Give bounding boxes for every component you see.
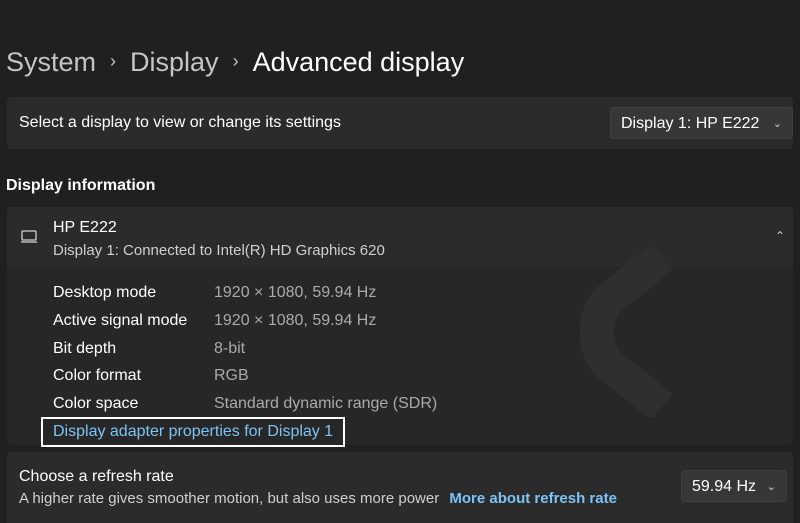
display-information-card: HP E222 Display 1: Connected to Intel(R)… [7,207,793,447]
property-label: Bit depth [53,340,117,357]
display-adapter-properties-link[interactable]: Display adapter properties for Display 1 [41,417,346,447]
breadcrumb-separator-icon: › [110,50,117,71]
property-label: Color space [53,395,139,412]
device-subtitle: Display 1: Connected to Intel(R) HD Grap… [53,242,385,259]
refresh-rate-dropdown-value: 59.94 Hz [692,478,757,495]
property-value: Standard dynamic range (SDR) [214,395,438,412]
chevron-down-icon: ⌄ [772,118,782,130]
property-label: Color format [53,367,142,384]
refresh-rate-title: Choose a refresh rate [19,468,174,485]
refresh-rate-description-text: A higher rate gives smoother motion, but… [19,490,440,507]
property-value: RGB [214,367,249,384]
refresh-rate-dropdown[interactable]: 59.94 Hz ⌄ [681,470,787,502]
select-display-card: Select a display to view or change its s… [7,97,793,149]
more-about-refresh-rate-link[interactable]: More about refresh rate [449,490,617,507]
chevron-up-icon[interactable]: ⌃ [775,229,785,243]
select-display-label: Select a display to view or change its s… [19,114,341,131]
property-value: 1920 × 1080, 59.94 Hz [214,284,377,301]
property-label: Active signal mode [53,312,188,329]
property-value: 1920 × 1080, 59.94 Hz [214,312,377,329]
refresh-rate-card: Choose a refresh rate A higher rate give… [7,452,793,523]
display-dropdown[interactable]: Display 1: HP E222 ⌄ [610,107,793,139]
monitor-icon [21,230,37,243]
refresh-rate-description: A higher rate gives smoother motion, but… [19,490,617,507]
watermark-logo-icon [580,247,673,417]
breadcrumb-display[interactable]: Display [130,47,219,78]
display-information-heading: Display information [6,177,156,194]
display-dropdown-value: Display 1: HP E222 [621,115,760,132]
breadcrumb-separator-icon: › [232,50,239,71]
breadcrumb-system[interactable]: System [6,47,96,78]
property-value: 8-bit [214,340,246,357]
chevron-down-icon: ⌄ [766,481,776,493]
breadcrumb: System › Display › Advanced display [6,40,464,84]
page-title: Advanced display [252,46,465,77]
device-name: HP E222 [53,219,117,236]
property-label: Desktop mode [53,284,157,301]
